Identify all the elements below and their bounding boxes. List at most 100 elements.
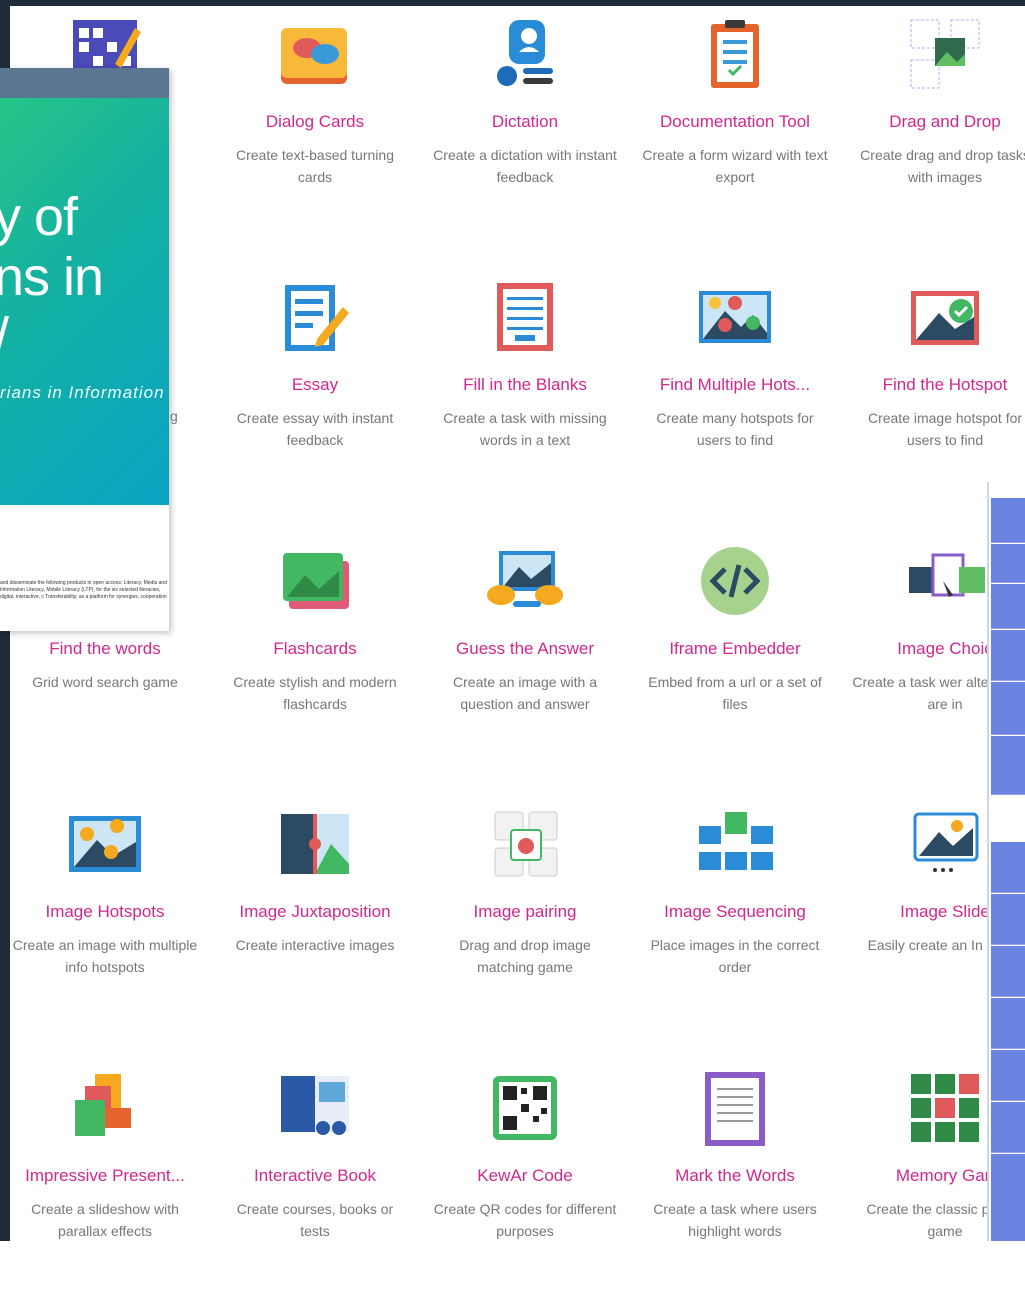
documentation-tool-icon	[695, 14, 775, 94]
tile-description: Create interactive images	[235, 937, 395, 953]
content-type-tile[interactable]: Interactive Book Create courses, books or…	[210, 1068, 420, 1298]
image-sequencing-icon	[695, 804, 775, 884]
table-row	[991, 998, 1025, 1049]
tile-title: Interactive Book	[254, 1166, 376, 1185]
slide-fine-print: and disseminate the following products i…	[0, 580, 167, 600]
image-choice-icon	[905, 541, 985, 621]
image-slider-icon	[905, 804, 985, 884]
content-type-tile[interactable]: Essay Create essay with instant feedback	[210, 277, 420, 507]
content-type-tile[interactable]: Find the Hotspot Create image hotspot for…	[840, 277, 1025, 507]
tile-title: Impressive Present...	[25, 1166, 185, 1185]
tile-title: Dialog Cards	[265, 112, 365, 131]
table-row	[991, 894, 1025, 945]
tile-description: Create a task where users highlight word…	[653, 1201, 817, 1239]
slide-subtitle: rians in Information	[0, 383, 165, 402]
content-type-tile[interactable]: Documentation Tool Create a form wizard w…	[630, 14, 840, 244]
tile-title: Find Multiple Hots...	[659, 375, 811, 394]
content-type-tile[interactable]: Iframe Embedder Embed from a url or a set…	[630, 541, 840, 771]
tile-description: Create an image with a question and answ…	[453, 674, 597, 712]
table-row	[991, 1154, 1025, 1241]
content-type-tile[interactable]: Guess the Answer Create an image with a q…	[420, 541, 630, 771]
slide-header-bar	[0, 68, 169, 98]
tile-description: Create essay with instant feedback	[236, 410, 394, 448]
presentation-slide-overlay[interactable]: y of ns in / rians in Information and di…	[0, 68, 169, 631]
tile-title: Find the Hotspot	[882, 375, 1008, 394]
content-type-tile[interactable]: Flashcards Create stylish and modern flas…	[210, 541, 420, 771]
tile-title: Guess the Answer	[456, 639, 594, 658]
image-pairing-icon	[485, 804, 565, 884]
slide-title-line-3: /	[0, 310, 9, 364]
fill-blanks-icon	[485, 277, 565, 357]
right-table-overlay	[987, 482, 1025, 1241]
tile-title: Dictation	[491, 112, 559, 131]
content-type-tile[interactable]: Image Juxtaposition Create interactive im…	[210, 804, 420, 1034]
tile-title: Mark the Words	[675, 1166, 795, 1185]
tile-description: Create text-based turning cards	[236, 147, 394, 185]
tile-title: Image Hotspots	[45, 902, 165, 921]
tile-title: Documentation Tool	[660, 112, 810, 131]
tile-description: Create image hotspot for users to find	[867, 410, 1023, 448]
image-hotspots-icon	[65, 804, 145, 884]
content-type-tile[interactable]: Drag and Drop Create drag and drop tasks …	[840, 14, 1025, 244]
content-type-tile[interactable]: Dialog Cards Create text-based turning ca…	[210, 14, 420, 244]
tile-title: Drag and Drop	[889, 112, 1001, 131]
slide-title-line-2: ns in	[0, 247, 104, 307]
table-row	[991, 630, 1025, 681]
mark-words-icon	[695, 1068, 775, 1148]
tile-description: Drag and drop image matching game	[459, 937, 591, 975]
code-icon	[695, 541, 775, 621]
table-row	[991, 1102, 1025, 1153]
find-hotspot-icon	[905, 277, 985, 357]
tile-description: Create a task with missing words in a te…	[443, 410, 607, 448]
table-row	[991, 498, 1025, 543]
content-type-tile[interactable]: Impressive Present... Create a slideshow …	[0, 1068, 210, 1298]
tile-title: Flashcards	[273, 639, 357, 658]
tile-description: Embed from a url or a set of files	[648, 674, 822, 712]
tile-description: Create a form wizard with text export	[642, 147, 828, 185]
flashcards-icon	[275, 541, 355, 621]
content-type-tile[interactable]: Find Multiple Hots... Create many hotspot…	[630, 277, 840, 507]
tile-title: Image Sequencing	[664, 902, 806, 921]
find-multiple-hotspots-icon	[695, 277, 775, 357]
table-row	[991, 584, 1025, 629]
content-type-tile[interactable]: Fill in the Blanks Create a task with mis…	[420, 277, 630, 507]
presentation-icon	[65, 1068, 145, 1148]
memory-game-icon	[905, 1068, 985, 1148]
slide-title-line-1: y of	[0, 187, 78, 247]
tile-description: Grid word search game	[32, 674, 178, 690]
tile-description: Create an image with multiple info hotsp…	[12, 937, 198, 975]
tile-title: KewAr Code	[477, 1166, 573, 1185]
tile-description: Create a dictation with instant feedback	[433, 147, 617, 185]
image-juxtaposition-icon	[275, 804, 355, 884]
tile-title: Essay	[291, 375, 339, 394]
content-type-tile[interactable]: Image pairing Drag and drop image matchin…	[420, 804, 630, 1034]
table-row	[991, 1050, 1025, 1101]
table-row	[991, 946, 1025, 997]
content-type-tile[interactable]: Mark the Words Create a task where users …	[630, 1068, 840, 1298]
slide-title-area: y of ns in / rians in Information	[0, 98, 169, 505]
tile-description: Create drag and drop tasks with images	[860, 147, 1025, 185]
tile-title: Find the words	[49, 639, 161, 658]
tile-title: Fill in the Blanks	[463, 375, 587, 394]
content-type-tile[interactable]: Image Hotspots Create an image with multi…	[0, 804, 210, 1034]
guess-answer-icon	[485, 541, 565, 621]
table-row	[991, 744, 1025, 795]
tile-description: Create courses, books or tests	[236, 1201, 394, 1239]
tile-description: Create stylish and modern flashcards	[233, 674, 397, 712]
table-row	[991, 682, 1025, 735]
edge-text: g	[170, 408, 178, 424]
dictation-icon	[485, 14, 565, 94]
tile-title: Image pairing	[473, 902, 577, 921]
content-type-tile[interactable]: KewAr Code Create QR codes for different …	[420, 1068, 630, 1298]
tile-description: Place images in the correct order	[650, 937, 820, 975]
tile-description: Create a slideshow with parallax effects	[31, 1201, 179, 1239]
tile-description: Create QR codes for different purposes	[433, 1201, 617, 1239]
table-row	[991, 842, 1025, 893]
tile-description: Create many hotspots for users to find	[656, 410, 814, 448]
content-type-tile[interactable]: Image Sequencing Place images in the corr…	[630, 804, 840, 1034]
essay-icon	[275, 277, 355, 357]
qr-code-icon	[485, 1068, 565, 1148]
content-type-tile[interactable]: Dictation Create a dictation with instant…	[420, 14, 630, 244]
table-row	[991, 544, 1025, 583]
tile-title: Iframe Embedder	[669, 639, 801, 658]
